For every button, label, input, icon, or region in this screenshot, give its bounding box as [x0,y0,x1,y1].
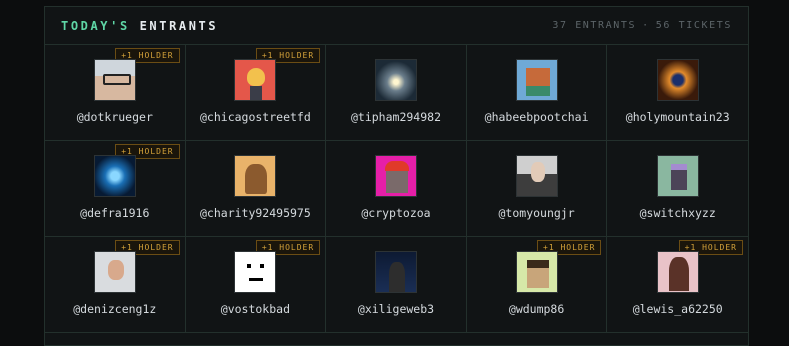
entrant-card[interactable]: @holymountain23 [607,45,748,141]
entrant-handle[interactable]: @lewis_a62250 [633,302,723,316]
avatar[interactable] [515,251,558,293]
avatar[interactable] [656,59,699,101]
avatar[interactable] [93,59,136,101]
entrant-handle[interactable]: @defra1916 [80,206,149,220]
entrant-handle[interactable]: @charity92495975 [200,206,311,220]
avatar[interactable] [656,251,699,293]
entrant-handle[interactable]: @habeebpootchai [485,110,589,124]
entrants-count: 37 ENTRANTS [552,20,637,31]
entrant-card[interactable]: +1 HOLDER @lewis_a62250 [607,237,748,333]
avatar[interactable] [234,155,277,197]
entrant-card[interactable]: +1 HOLDER @wdump86 [466,237,608,333]
avatar[interactable] [374,251,417,293]
entrant-card[interactable]: +1 HOLDER @denizceng1z [45,237,186,333]
panel-title: TODAY'S ENTRANTS [61,19,218,33]
entrant-card[interactable]: @habeebpootchai [466,45,608,141]
entrant-handle[interactable]: @xiligeweb3 [358,302,434,316]
avatar[interactable] [374,59,417,101]
entrant-card[interactable]: @cryptozoa [326,141,467,237]
entrant-handle[interactable]: @tomyoungjr [499,206,575,220]
avatar-mouth [249,278,264,281]
entrants-grid: +1 HOLDER @dotkrueger +1 HOLDER @chicagostr… [45,45,748,333]
entrant-handle[interactable]: @vostokbad [221,302,290,316]
avatar[interactable] [515,59,558,101]
tickets-count: 56 TICKETS [655,20,732,31]
entrant-card[interactable]: +1 HOLDER @defra1916 [45,141,186,237]
entrants-panel: TODAY'S ENTRANTS 37 ENTRANTS · 56 TICKETS … [44,6,749,346]
title-part-1: TODAY'S [61,18,130,33]
avatar[interactable] [234,59,277,101]
entrant-handle[interactable]: @switchxyzz [640,206,716,220]
avatar[interactable] [234,251,277,293]
entrant-handle[interactable]: @denizceng1z [73,302,156,316]
entrant-card[interactable]: @switchxyzz [607,141,748,237]
entrant-card[interactable]: @charity92495975 [185,141,327,237]
avatar[interactable] [93,251,136,293]
entrant-handle[interactable]: @dotkrueger [77,110,153,124]
entrant-handle[interactable]: @cryptozoa [361,206,430,220]
entrant-handle[interactable]: @tipham294982 [351,110,441,124]
panel-header: TODAY'S ENTRANTS 37 ENTRANTS · 56 TICKETS [45,7,748,45]
entry-counts: 37 ENTRANTS · 56 TICKETS [552,20,732,31]
avatar[interactable] [656,155,699,197]
entrant-card[interactable]: @tomyoungjr [466,141,608,237]
entrant-card[interactable]: @xiligeweb3 [326,237,467,333]
avatar-eye [260,264,265,268]
entrant-card[interactable]: +1 HOLDER @vostokbad [185,237,327,333]
avatar-eye [247,264,252,268]
entrant-card[interactable]: @tipham294982 [326,45,467,141]
title-part-2: ENTRANTS [139,18,219,33]
entrant-handle[interactable]: @holymountain23 [626,110,730,124]
entrant-card[interactable]: +1 HOLDER @chicagostreetfd [185,45,327,141]
count-separator: · [642,20,650,31]
entrant-card[interactable]: +1 HOLDER @dotkrueger [45,45,186,141]
entrant-handle[interactable]: @chicagostreetfd [200,110,311,124]
entrant-handle[interactable]: @wdump86 [509,302,564,316]
avatar[interactable] [93,155,136,197]
avatar[interactable] [374,155,417,197]
avatar[interactable] [515,155,558,197]
